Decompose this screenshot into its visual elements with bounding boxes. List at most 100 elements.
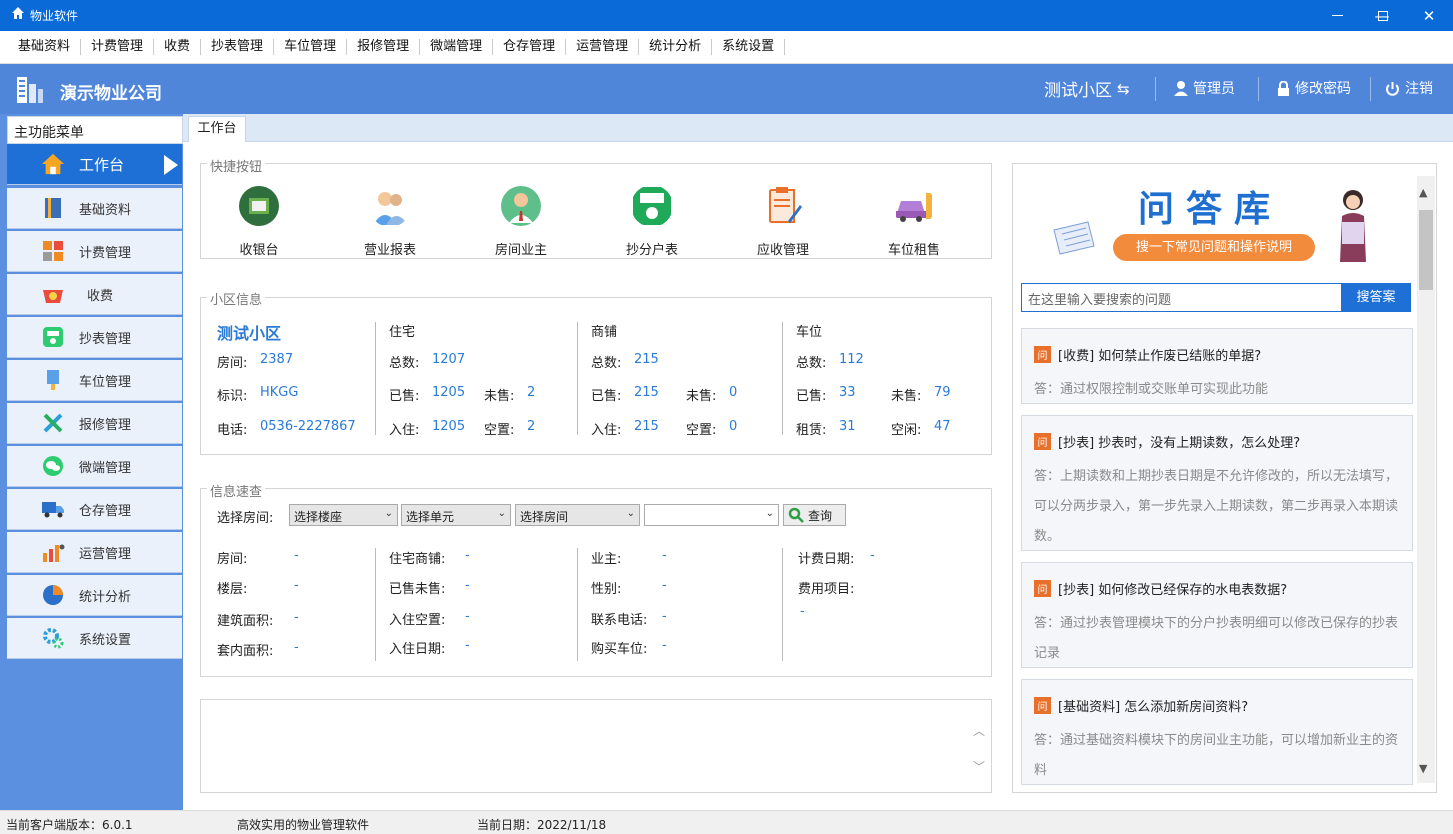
sidebar-item-meter[interactable]: 抄表管理: [7, 317, 182, 358]
faq-search-input[interactable]: 在这里输入要搜索的问题: [1021, 283, 1342, 312]
chevron-down-icon[interactable]: ▼: [1419, 762, 1427, 775]
change-password-label: 修改密码: [1295, 81, 1351, 97]
scroll-up-icon[interactable]: ︿: [973, 722, 985, 739]
sold-value: 215: [634, 385, 659, 400]
chevron-down-icon: ⌄: [626, 508, 635, 519]
faq-search-button[interactable]: 搜答案: [1341, 283, 1411, 312]
faq-item[interactable]: 问 [抄表] 抄表时，没有上期读数，怎么处理? 答：上期读数和上期抄表日期是不允许…: [1021, 415, 1413, 551]
id-label: 标识:: [217, 389, 248, 404]
quick-button-label: 应收管理: [756, 243, 809, 258]
quick-cashier-button[interactable]: 收银台: [214, 185, 304, 258]
unsold-label: 未售:: [484, 389, 515, 404]
car-icon: [896, 193, 932, 222]
faq-question: [抄表] 抄表时，没有上期读数，怎么处理?: [1058, 436, 1301, 451]
menu-item-settings[interactable]: 系统设置: [712, 39, 786, 55]
room-value: 2387: [260, 352, 294, 367]
menu-item-statistics[interactable]: 统计分析: [639, 39, 713, 55]
menu-item-charge[interactable]: 收费: [154, 39, 202, 55]
menu-item-wechat[interactable]: 微端管理: [420, 39, 494, 55]
field-label: 入住日期:: [389, 642, 446, 657]
sidebar-item-statistics[interactable]: 统计分析: [7, 575, 182, 616]
document-illustration-icon: [1048, 218, 1100, 260]
room-label: 房间:: [217, 356, 248, 371]
building-select-value: 选择楼座: [294, 510, 343, 524]
field-label: 楼层:: [217, 582, 248, 597]
menu-item-storage[interactable]: 仓存管理: [493, 39, 567, 55]
total-value: 1207: [432, 352, 466, 367]
sold-value: 33: [839, 385, 856, 400]
quick-button-label: 营业报表: [363, 243, 416, 258]
search-icon: [788, 507, 804, 523]
room-select[interactable]: 选择房间 ⌄: [515, 504, 640, 526]
menu-item-meter[interactable]: 抄表管理: [201, 39, 275, 55]
sidebar-item-parking[interactable]: 车位管理: [7, 360, 182, 401]
idle-value: 47: [934, 419, 951, 434]
quick-meter-button[interactable]: 抄分户表: [607, 185, 697, 258]
faq-item[interactable]: 问 [收费] 如何禁止作废已结账的单据? 答：通过权限控制或交账单可实现此功能: [1021, 328, 1413, 404]
logout-label: 注销: [1405, 81, 1433, 97]
field-value: -: [662, 578, 667, 593]
change-password-button[interactable]: 修改密码: [1277, 78, 1351, 98]
building-select[interactable]: 选择楼座 ⌄: [289, 504, 398, 526]
sidebar-item-label: 系统设置: [79, 632, 132, 648]
faq-banner-title: 问答库: [1138, 189, 1283, 230]
sidebar-item-wechat[interactable]: 微端管理: [7, 446, 182, 487]
sidebar-item-workbench[interactable]: 工作台: [7, 144, 182, 185]
close-button[interactable]: ✕: [1406, 0, 1452, 31]
sold-label: 已售:: [389, 389, 420, 404]
field-label: 套内面积:: [217, 644, 274, 659]
sold-value: 1205: [432, 385, 466, 400]
chevron-up-icon[interactable]: ▲: [1419, 186, 1427, 199]
sidebar-item-label: 车位管理: [79, 374, 132, 390]
scroll-down-icon[interactable]: ﹀: [973, 758, 985, 775]
divider: [1258, 77, 1259, 101]
menu-item-billing[interactable]: 计费管理: [81, 39, 155, 55]
faq-item[interactable]: 问 [基础资料] 怎么添加新房间资料? 答：通过基础资料模块下的房间业主功能，可以…: [1021, 679, 1413, 785]
lock-icon: [1278, 80, 1289, 96]
sidebar-item-repair[interactable]: 报修管理: [7, 403, 182, 444]
field-label: 住宅商铺:: [389, 552, 446, 567]
menu-item-parking[interactable]: 车位管理: [274, 39, 348, 55]
query-button-label: 查询: [808, 508, 833, 523]
logout-button[interactable]: 注销: [1385, 78, 1433, 98]
tab-workbench[interactable]: 工作台: [188, 116, 246, 142]
community-name-link[interactable]: 测试小区: [217, 320, 281, 344]
sidebar-item-basic[interactable]: 基础资料: [7, 188, 182, 229]
menu-item-repair[interactable]: 报修管理: [347, 39, 421, 55]
sidebar-item-label: 抄表管理: [79, 331, 132, 347]
community-switch[interactable]: 测试小区 ⇆: [1044, 76, 1130, 102]
sidebar-item-billing[interactable]: 计费管理: [7, 231, 182, 272]
faq-item[interactable]: 问 [抄表] 如何修改已经保存的水电表数据? 答：通过抄表管理模块下的分户抄表明细…: [1021, 562, 1413, 668]
notes-textarea[interactable]: [200, 699, 992, 793]
truck-icon: [41, 497, 65, 521]
unit-select[interactable]: 选择单元 ⌄: [401, 504, 511, 526]
sidebar-item-charge[interactable]: 收费: [7, 274, 182, 315]
quick-owner-button[interactable]: 房间业主: [476, 185, 566, 258]
maximize-button[interactable]: [1360, 0, 1406, 31]
room-combobox[interactable]: ⌄: [644, 504, 779, 526]
menu-item-basic[interactable]: 基础资料: [8, 39, 82, 55]
quick-receivable-button[interactable]: 应收管理: [738, 185, 828, 258]
sidebar-item-settings[interactable]: 系统设置: [7, 618, 182, 659]
minimize-button-2[interactable]: [1314, 0, 1360, 31]
question-tag-icon: 问: [1034, 580, 1051, 597]
field-value: -: [800, 604, 805, 619]
occupied-label: 入住:: [389, 423, 420, 438]
faq-scrollbar-thumb[interactable]: [1419, 210, 1433, 290]
field-value: -: [662, 638, 667, 653]
field-value: -: [662, 548, 667, 563]
user-menu[interactable]: 管理员: [1174, 78, 1235, 98]
menu-item-operation[interactable]: 运营管理: [566, 39, 640, 55]
field-value: -: [465, 638, 470, 653]
query-button[interactable]: 查询: [783, 504, 846, 526]
quick-button-label: 房间业主: [494, 243, 547, 258]
faq-answer: 答：通过权限控制或交账单可实现此功能: [1034, 382, 1269, 397]
question-tag-icon: 问: [1034, 697, 1051, 714]
app-header: 演示物业公司 测试小区 ⇆ 管理员 修改密码 注销: [0, 64, 1453, 114]
quick-report-button[interactable]: 营业报表: [345, 185, 435, 258]
quick-parking-button[interactable]: 车位租售: [869, 185, 959, 258]
sidebar-item-operation[interactable]: 运营管理: [7, 532, 182, 573]
clipboard-icon: [769, 187, 802, 223]
field-label: 已售未售:: [389, 582, 446, 597]
sidebar-item-storage[interactable]: 仓存管理: [7, 489, 182, 530]
